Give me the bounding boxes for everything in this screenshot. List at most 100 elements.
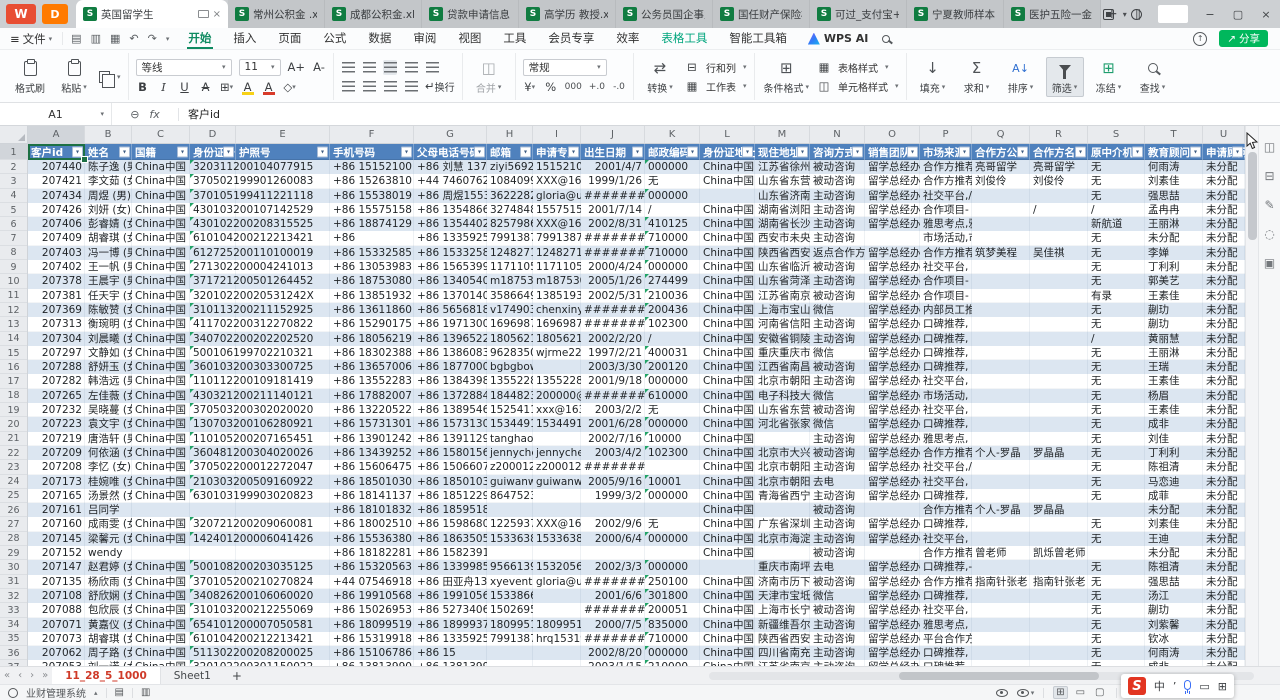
cell[interactable]: China中国 [132, 589, 190, 603]
cell[interactable]: 内部员工推 [920, 303, 972, 317]
cell[interactable]: +86 18099519 [330, 618, 414, 632]
cell[interactable] [972, 317, 1030, 331]
cell[interactable]: 被动咨询 [810, 575, 865, 589]
cell[interactable]: China中国 [700, 246, 755, 260]
cell[interactable]: 有录 [1088, 289, 1145, 303]
cell[interactable]: 207223 [28, 417, 85, 431]
cell[interactable]: 2003/4/2 [581, 446, 645, 460]
row-header-33[interactable]: 33 [0, 603, 28, 617]
cell[interactable] [1030, 274, 1088, 288]
filter-dropdown-button[interactable]: ▾ [520, 147, 531, 158]
cell[interactable]: ######## [581, 317, 645, 331]
cell[interactable]: / [1030, 203, 1088, 217]
cell[interactable]: ######## [581, 389, 645, 403]
decrease-indent-icon[interactable] [404, 60, 418, 75]
panel-grid-icon[interactable]: ▣ [1262, 255, 1278, 271]
cell[interactable]: 310113200211152925 [190, 303, 236, 317]
cell[interactable]: XXX@163.( [533, 517, 581, 531]
cell[interactable]: 指南针张老 [1030, 575, 1088, 589]
worksheet-button[interactable]: 工作表 [706, 79, 736, 94]
cell[interactable]: 210036 [645, 289, 700, 303]
cell[interactable]: 主动咨询 [810, 460, 865, 474]
cell[interactable]: 未分配 [1203, 217, 1245, 231]
column-header-J[interactable]: J [581, 126, 645, 144]
cell[interactable] [1030, 374, 1088, 388]
cell[interactable]: 207369 [28, 303, 85, 317]
paste-button[interactable]: 粘贴▾ [55, 58, 93, 96]
filter-header-cell-18[interactable]: 原中介机构▾ [1088, 144, 1145, 160]
cell[interactable]: 180995191 [487, 618, 533, 632]
cell[interactable]: 207073 [28, 632, 85, 646]
cell[interactable]: 陕西省西安 [755, 246, 810, 260]
cell[interactable]: 2003/2/2 [581, 403, 645, 417]
cell[interactable]: 留学总经办 [865, 274, 920, 288]
filter-header-cell-1[interactable]: 姓名▾ [85, 144, 132, 160]
cell[interactable]: 无 [1088, 260, 1145, 274]
convert-button[interactable]: ⇄ 转换▾ [641, 58, 679, 96]
cell[interactable]: 江西省南昌 [755, 360, 810, 374]
cell[interactable]: China中国 [700, 317, 755, 331]
cell[interactable]: +86 1506607386 [414, 460, 487, 474]
cell[interactable]: +86 刘慧 137052 [414, 160, 487, 174]
menu-item-9[interactable]: 效率 [605, 28, 650, 49]
filter-dropdown-button[interactable]: ▾ [72, 147, 83, 158]
cell[interactable]: 无 [1088, 317, 1145, 331]
cell[interactable]: China中国 [700, 475, 755, 489]
cell[interactable]: 117110505 [533, 260, 581, 274]
cell[interactable]: 周子路 (女 [85, 646, 132, 660]
filter-dropdown-button[interactable]: ▾ [1190, 147, 1201, 158]
cell[interactable]: 310103200212255069 [190, 603, 236, 617]
file-tab[interactable]: S宁夏教师样本.xlsx [907, 0, 1004, 28]
eye-protect-icon[interactable] [1017, 689, 1029, 697]
cell[interactable]: 吴佳祺 [1030, 246, 1088, 260]
cell[interactable]: z20001227 [487, 460, 533, 474]
cell[interactable] [190, 503, 236, 517]
cell[interactable]: 新疆维吾尔 [755, 618, 810, 632]
row-header-6[interactable]: 6 [0, 217, 28, 231]
cell[interactable] [1030, 589, 1088, 603]
cell[interactable]: 400031 [645, 346, 700, 360]
cell[interactable]: 无 [1088, 189, 1145, 203]
filter-dropdown-button[interactable]: ▾ [632, 147, 643, 158]
cell[interactable]: 2005/1/26 [581, 274, 645, 288]
column-header-H[interactable]: H [487, 126, 533, 144]
cell[interactable]: 610104200212213421 [190, 231, 236, 245]
file-tab[interactable]: S可过_支付宝+_滴滴 [810, 0, 907, 28]
row-header-17[interactable]: 17 [0, 374, 28, 388]
row-header-10[interactable]: 10 [0, 274, 28, 288]
cell[interactable]: +86 13657006 [330, 360, 414, 374]
file-menu-button[interactable]: ≡ 文件 ▾ [0, 31, 62, 47]
cell[interactable] [1030, 260, 1088, 274]
cell[interactable]: 610000 [645, 389, 700, 403]
cell[interactable]: China中国 [132, 517, 190, 531]
cell[interactable]: 留学总经办 [865, 289, 920, 303]
page-break-view-icon[interactable]: ▢ [1093, 687, 1106, 698]
cell[interactable]: 10001 [645, 475, 700, 489]
cell[interactable]: 370105200210270824 [190, 575, 236, 589]
underline-button[interactable]: U [178, 80, 192, 95]
cell[interactable]: 留学总经办 [865, 260, 920, 274]
cell[interactable]: +86 1851229020 [414, 489, 487, 503]
filter-header-cell-17[interactable]: 合作方名称▾ [1030, 144, 1088, 160]
cell[interactable]: 370502200012272047 [190, 460, 236, 474]
cell[interactable]: 207378 [28, 274, 85, 288]
cell[interactable]: 207434 [28, 189, 85, 203]
cell[interactable]: m1875308( [533, 274, 581, 288]
cell[interactable]: China中国 [700, 389, 755, 403]
cell[interactable]: 未分配 [1203, 374, 1245, 388]
cell[interactable]: 汤江 [1145, 589, 1203, 603]
row-header-20[interactable]: 20 [0, 417, 28, 431]
cell[interactable]: +86 15320563 [330, 560, 414, 574]
menu-item-3[interactable]: 公式 [312, 28, 357, 49]
cell[interactable]: 未分配 [1203, 203, 1245, 217]
cell[interactable]: 710000 [645, 632, 700, 646]
cell[interactable]: 成雨雯 (女 [85, 517, 132, 531]
cell[interactable]: +86 1335925706 [414, 632, 487, 646]
cell[interactable] [972, 303, 1030, 317]
cell[interactable]: 陈敏赞 (女 [85, 303, 132, 317]
cell[interactable]: 207071 [28, 618, 85, 632]
cell[interactable]: 207288 [28, 360, 85, 374]
cell[interactable]: 韩浩远 (男 [85, 374, 132, 388]
cell[interactable]: 冯一博 (男 [85, 246, 132, 260]
filter-dropdown-button[interactable]: ▾ [474, 147, 485, 158]
